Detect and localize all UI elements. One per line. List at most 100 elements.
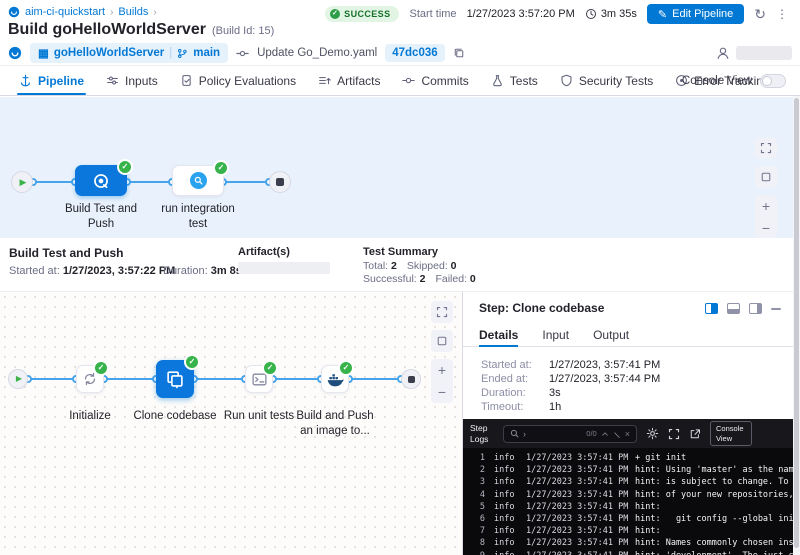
pipeline-icon bbox=[19, 74, 32, 87]
step-logs-title: Step Logs bbox=[470, 423, 494, 443]
skipped-label: Skipped: bbox=[407, 260, 448, 272]
detail-value: 1h bbox=[549, 400, 561, 414]
skipped-value: 0 bbox=[451, 260, 457, 272]
layout-bottom-panel-icon[interactable] bbox=[727, 303, 740, 314]
step-panel-title: Step: Clone codebase bbox=[479, 301, 604, 315]
stage-node-build-test-and-push[interactable]: ✓ bbox=[75, 165, 127, 196]
build-details-page: aim-ci-quickstart › Builds › ✓ SUCCESS S… bbox=[0, 0, 800, 555]
tab-pipeline[interactable]: Pipeline bbox=[8, 66, 95, 95]
build-id: (Build Id: 15) bbox=[212, 25, 274, 37]
graph-edge bbox=[194, 378, 245, 380]
log-search-input[interactable]: › 0/0 × bbox=[503, 425, 637, 443]
test-summary-row: Total: 2 Skipped: 0 bbox=[363, 260, 457, 272]
branch-name: main bbox=[193, 47, 220, 59]
stage-node-label: run integration test bbox=[152, 202, 244, 232]
step-details-panel: Step: Clone codebase Details Input Outpu… bbox=[462, 291, 793, 555]
commits-icon bbox=[402, 74, 415, 87]
pipeline-end-node bbox=[269, 171, 291, 193]
open-external-icon[interactable] bbox=[689, 428, 701, 440]
stage-node-label: Build Test and Push bbox=[55, 202, 147, 232]
graph-edge bbox=[104, 378, 156, 380]
step-node-label: Run unit tests bbox=[214, 409, 304, 424]
zoom-controls: + − bbox=[755, 195, 777, 239]
clone-codebase-icon bbox=[165, 369, 185, 389]
scrollbar-thumb[interactable] bbox=[794, 98, 799, 548]
close-icon[interactable]: × bbox=[625, 429, 630, 439]
log-line: 2info1/27/2023 3:57:41 PMhint: Using 'ma… bbox=[463, 464, 793, 476]
fullscreen-icon[interactable] bbox=[431, 301, 453, 323]
tab-artifacts[interactable]: Artifacts bbox=[307, 66, 391, 95]
tab-label: Security Tests bbox=[579, 74, 653, 88]
minimize-panel-icon[interactable] bbox=[771, 308, 781, 310]
duration-label: Duration: bbox=[163, 265, 208, 277]
repo-name: goHelloWorldServer bbox=[54, 47, 164, 59]
test-summary-title: Test Summary bbox=[363, 246, 438, 258]
tab-output[interactable]: Output bbox=[593, 323, 629, 346]
play-icon: ▶ bbox=[18, 178, 27, 187]
tab-tests[interactable]: Tests bbox=[480, 66, 549, 95]
tab-security-tests[interactable]: Security Tests bbox=[549, 66, 664, 95]
breadcrumb-builds[interactable]: Builds bbox=[118, 6, 148, 18]
copy-icon[interactable] bbox=[453, 47, 465, 59]
started-label: Started at: bbox=[9, 265, 60, 277]
step-node-label: Clone codebase bbox=[130, 409, 220, 424]
repo-branch-pill[interactable]: ▦ goHelloWorldServer | main bbox=[30, 43, 228, 63]
commit-message: Update Go_Demo.yaml bbox=[257, 47, 377, 59]
status-check-icon: ✓ bbox=[330, 9, 340, 19]
commit-sha-link[interactable]: 47dc036 bbox=[385, 44, 444, 62]
log-lines: 1info1/27/2023 3:57:41 PM+ git init 2inf… bbox=[463, 448, 793, 555]
chevron-down-icon[interactable] bbox=[613, 430, 621, 438]
elapsed-time: 3m 35s bbox=[585, 8, 637, 20]
edit-pipeline-button[interactable]: ✎ Edit Pipeline bbox=[647, 4, 744, 24]
log-line: 9info1/27/2023 3:57:41 PMhint: 'developm… bbox=[463, 550, 793, 555]
detail-row: Ended at: 1/27/2023, 3:57:44 PM bbox=[481, 372, 783, 386]
log-line: 6info1/27/2023 3:57:41 PMhint: git confi… bbox=[463, 513, 793, 525]
log-console-header: Step Logs › 0/0 × bbox=[463, 419, 793, 448]
console-view-button[interactable]: Console View bbox=[710, 421, 752, 446]
breadcrumb-separator: › bbox=[110, 7, 113, 18]
zoom-out-button[interactable]: − bbox=[431, 381, 453, 403]
graph-edge bbox=[273, 378, 321, 380]
success-check-badge: ✓ bbox=[93, 360, 109, 376]
step-node-clone-codebase[interactable]: ✓ bbox=[156, 360, 194, 398]
log-line: 4info1/27/2023 3:57:41 PMhint: of your n… bbox=[463, 489, 793, 501]
step-node-run-unit-tests[interactable]: ✓ bbox=[245, 365, 273, 393]
console-view-toggle[interactable] bbox=[760, 74, 786, 88]
zoom-in-button[interactable]: + bbox=[431, 359, 453, 381]
tab-inputs[interactable]: Inputs bbox=[95, 66, 169, 95]
fullscreen-icon[interactable] bbox=[755, 137, 777, 159]
zoom-controls: + − bbox=[431, 359, 453, 403]
breadcrumb-project[interactable]: aim-ci-quickstart bbox=[25, 6, 105, 18]
layout-side-panel-icon[interactable] bbox=[749, 303, 762, 314]
refresh-icon[interactable]: ↻ bbox=[754, 6, 766, 23]
tab-commits[interactable]: Commits bbox=[391, 66, 479, 95]
kebab-menu-icon[interactable]: ⋮ bbox=[776, 7, 788, 21]
tab-label: Commits bbox=[421, 74, 468, 88]
log-fullscreen-icon[interactable] bbox=[668, 428, 680, 440]
step-logs-console: Step Logs › 0/0 × bbox=[463, 419, 793, 555]
detail-label: Ended at: bbox=[481, 372, 549, 386]
layout-right-panel-icon[interactable] bbox=[705, 303, 718, 314]
zoom-in-button[interactable]: + bbox=[755, 195, 777, 217]
tab-details[interactable]: Details bbox=[479, 323, 518, 346]
stage-node-run-integration-test[interactable]: ✓ bbox=[172, 165, 224, 196]
step-node-initialize[interactable]: ✓ bbox=[76, 365, 104, 393]
pencil-icon: ✎ bbox=[658, 8, 667, 21]
console-view-control: Console View bbox=[682, 66, 786, 95]
chevron-up-icon[interactable] bbox=[601, 430, 609, 438]
tab-input[interactable]: Input bbox=[542, 323, 569, 346]
log-settings-gear-icon[interactable] bbox=[646, 427, 659, 440]
fit-view-icon[interactable] bbox=[755, 166, 777, 188]
status-badge: ✓ SUCCESS bbox=[325, 6, 399, 22]
step-detail-rows: Started at: 1/27/2023, 3:57:41 PM Ended … bbox=[481, 358, 783, 414]
successful-label: Successful: bbox=[363, 273, 417, 285]
zoom-out-button[interactable]: − bbox=[755, 217, 777, 239]
play-icon: ▶ bbox=[14, 375, 22, 383]
shield-icon bbox=[560, 74, 573, 87]
step-node-build-and-push[interactable]: ✓ bbox=[321, 365, 349, 393]
tab-policy-evaluations[interactable]: Policy Evaluations bbox=[169, 66, 307, 95]
module-icon bbox=[8, 6, 20, 18]
page-scrollbar bbox=[793, 96, 800, 555]
fit-view-icon[interactable] bbox=[431, 330, 453, 352]
tab-label: Pipeline bbox=[38, 74, 84, 88]
